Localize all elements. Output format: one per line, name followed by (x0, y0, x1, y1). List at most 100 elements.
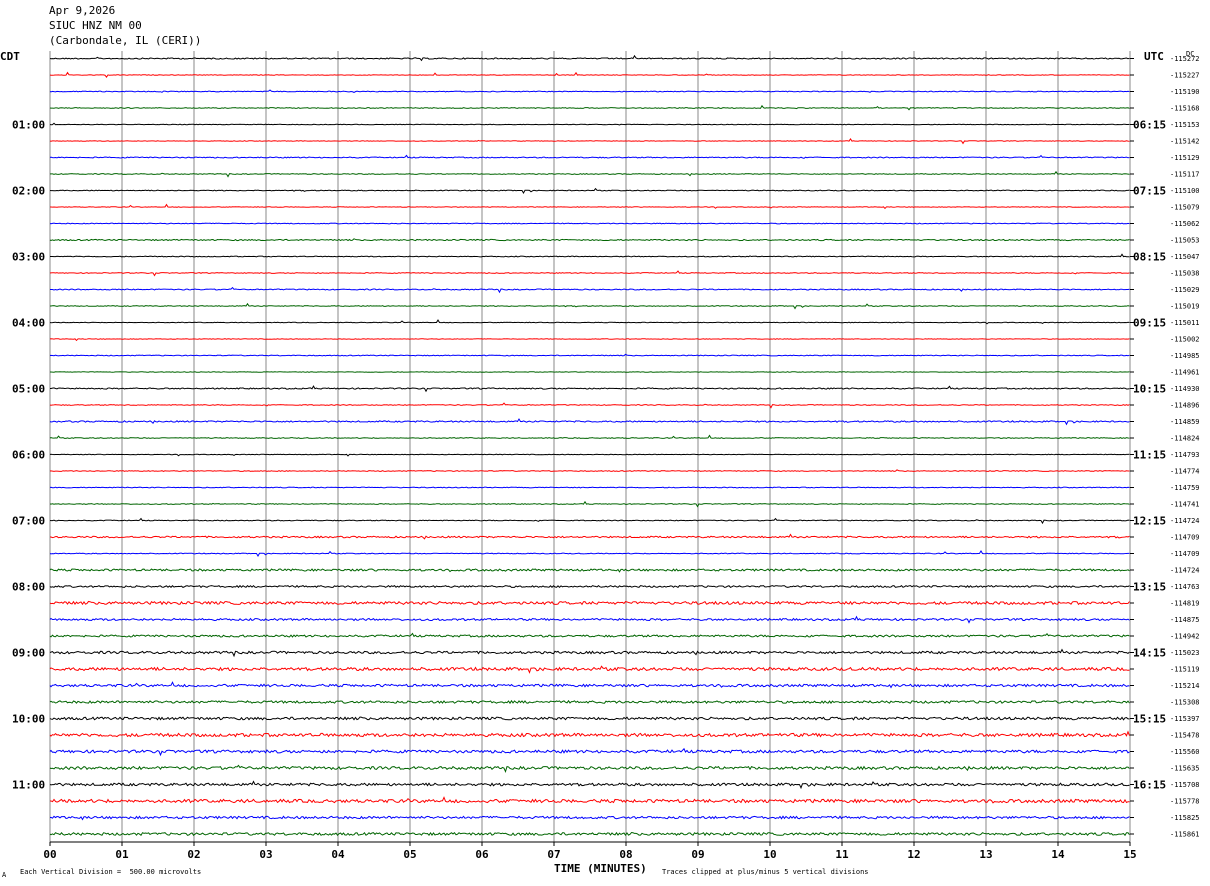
x-tick-label: 03 (259, 848, 272, 861)
trace-row-0 (49, 54, 1130, 62)
trace-row-22 (49, 418, 1130, 426)
x-tick-label: 09 (691, 848, 704, 861)
dc-offset-label: -115038 (1170, 270, 1200, 278)
right-hour-label: 06:15 (1133, 119, 1166, 132)
x-tick-label: 08 (619, 848, 632, 861)
trace-row-6 (49, 154, 1130, 159)
dc-offset-label: -115214 (1170, 682, 1200, 690)
left-hour-label: 08:00 (12, 581, 45, 594)
dc-offset-label: -115029 (1170, 286, 1200, 294)
left-hour-label: 07:00 (12, 515, 45, 528)
x-tick-label: 10 (763, 848, 776, 861)
right-hour-label: 08:15 (1133, 251, 1166, 264)
trace-row-13 (49, 270, 1130, 277)
trace-row-43 (49, 764, 1130, 773)
right-hour-label: 13:15 (1133, 581, 1166, 594)
dc-offset-label: -115825 (1170, 814, 1200, 822)
dc-offset-label: -115100 (1170, 187, 1200, 195)
dc-offset-label: -114741 (1170, 501, 1200, 509)
dc-offset-label: -115062 (1170, 220, 1200, 228)
dc-offset-label: -115011 (1170, 319, 1200, 327)
dc-offset-label: -115047 (1170, 253, 1200, 261)
x-tick-label: 01 (115, 848, 129, 861)
right-hour-label: 07:15 (1133, 185, 1166, 198)
trace-row-3 (49, 104, 1130, 111)
dc-offset-label: -115079 (1170, 204, 1200, 212)
left-hour-label: 11:00 (12, 779, 45, 792)
dc-offset-label: -115142 (1170, 138, 1200, 146)
trace-row-47 (49, 831, 1130, 837)
dc-offset-label: -115635 (1170, 765, 1200, 773)
trace-row-36 (49, 648, 1130, 658)
scale-note: Each Vertical Division = 500.00 microvol… (20, 868, 202, 876)
trace-row-4 (49, 122, 1130, 126)
x-tick-label: 06 (475, 848, 489, 861)
trace-row-28 (49, 517, 1130, 525)
trace-row-17 (49, 338, 1130, 342)
dc-offset-label: -115227 (1170, 72, 1200, 80)
time-gridlines (49, 51, 1131, 846)
trace-row-15 (49, 302, 1130, 310)
dc-offset-label: -114793 (1170, 451, 1200, 459)
trace-row-9 (49, 203, 1130, 210)
left-hour-label: 04:00 (12, 317, 45, 330)
right-hour-label: 16:15 (1133, 779, 1166, 792)
dc-offset-label: -114709 (1170, 550, 1200, 558)
dc-offset-label: -114859 (1170, 418, 1200, 426)
dc-offset-label: -115168 (1170, 105, 1200, 113)
dc-offset-label: -114896 (1170, 402, 1200, 410)
x-tick-label: 12 (907, 848, 920, 861)
trace-row-46 (49, 815, 1130, 821)
x-tick-label: 14 (1051, 848, 1065, 861)
trace-row-25 (49, 469, 1130, 472)
dc-offset-label: -114774 (1170, 468, 1200, 476)
dc-offset-label: -115019 (1170, 303, 1200, 311)
dc-offset-label: -114824 (1170, 435, 1200, 443)
trace-row-20 (49, 385, 1130, 393)
trace-row-44 (49, 780, 1130, 790)
trace-row-23 (49, 434, 1130, 439)
x-tick-label: 13 (979, 848, 992, 861)
trace-row-30 (49, 550, 1130, 557)
trace-row-35 (49, 632, 1130, 638)
dc-offset-label: -115119 (1170, 666, 1200, 674)
dc-offset-label: -115861 (1170, 831, 1200, 839)
trace-row-38 (49, 681, 1130, 689)
trace-row-32 (49, 584, 1130, 589)
right-hour-label: 12:15 (1133, 515, 1166, 528)
dc-offset-label: -115308 (1170, 699, 1200, 707)
dc-offset-label: -114763 (1170, 583, 1200, 591)
trace-row-21 (49, 402, 1130, 409)
x-tick-label: 11 (835, 848, 849, 861)
trace-row-33 (49, 600, 1130, 606)
dc-offset-label: -114942 (1170, 633, 1200, 641)
left-hour-label: 06:00 (12, 449, 45, 462)
x-tick-label: 04 (331, 848, 345, 861)
dc-offset-label: -115023 (1170, 649, 1200, 657)
dc-offset-label: -115002 (1170, 336, 1200, 344)
trace-row-7 (49, 170, 1130, 178)
trace-row-12 (49, 253, 1130, 258)
trace-row-16 (49, 319, 1130, 325)
dc-offset-label: -115053 (1170, 237, 1200, 245)
trace-row-34 (49, 615, 1130, 624)
left-hour-label: 01:00 (12, 119, 45, 132)
trace-row-11 (49, 238, 1130, 242)
trace-row-37 (49, 665, 1130, 674)
dc-offset-label: -114875 (1170, 616, 1200, 624)
right-hour-label: 11:15 (1133, 449, 1166, 462)
x-tick-label: 02 (187, 848, 200, 861)
dc-offset-label: -115190 (1170, 88, 1200, 96)
axis-labels: 00 01 02 03 04 05 06 07 08 09 10 11 12 13 14 15 -115272 -… (12, 55, 1200, 861)
left-hour-label: 02:00 (12, 185, 45, 198)
trace-row-29 (49, 533, 1130, 540)
trace-row-14 (50, 286, 1130, 294)
left-hour-label: 09:00 (12, 647, 45, 660)
trace-row-8 (49, 187, 1130, 194)
dc-offset-label: -114724 (1170, 517, 1200, 525)
dc-offset-label: -115397 (1170, 715, 1200, 723)
trace-row-24 (49, 453, 1130, 457)
left-hour-label: 10:00 (12, 713, 45, 726)
trace-row-31 (49, 568, 1130, 573)
trace-row-39 (49, 699, 1130, 705)
